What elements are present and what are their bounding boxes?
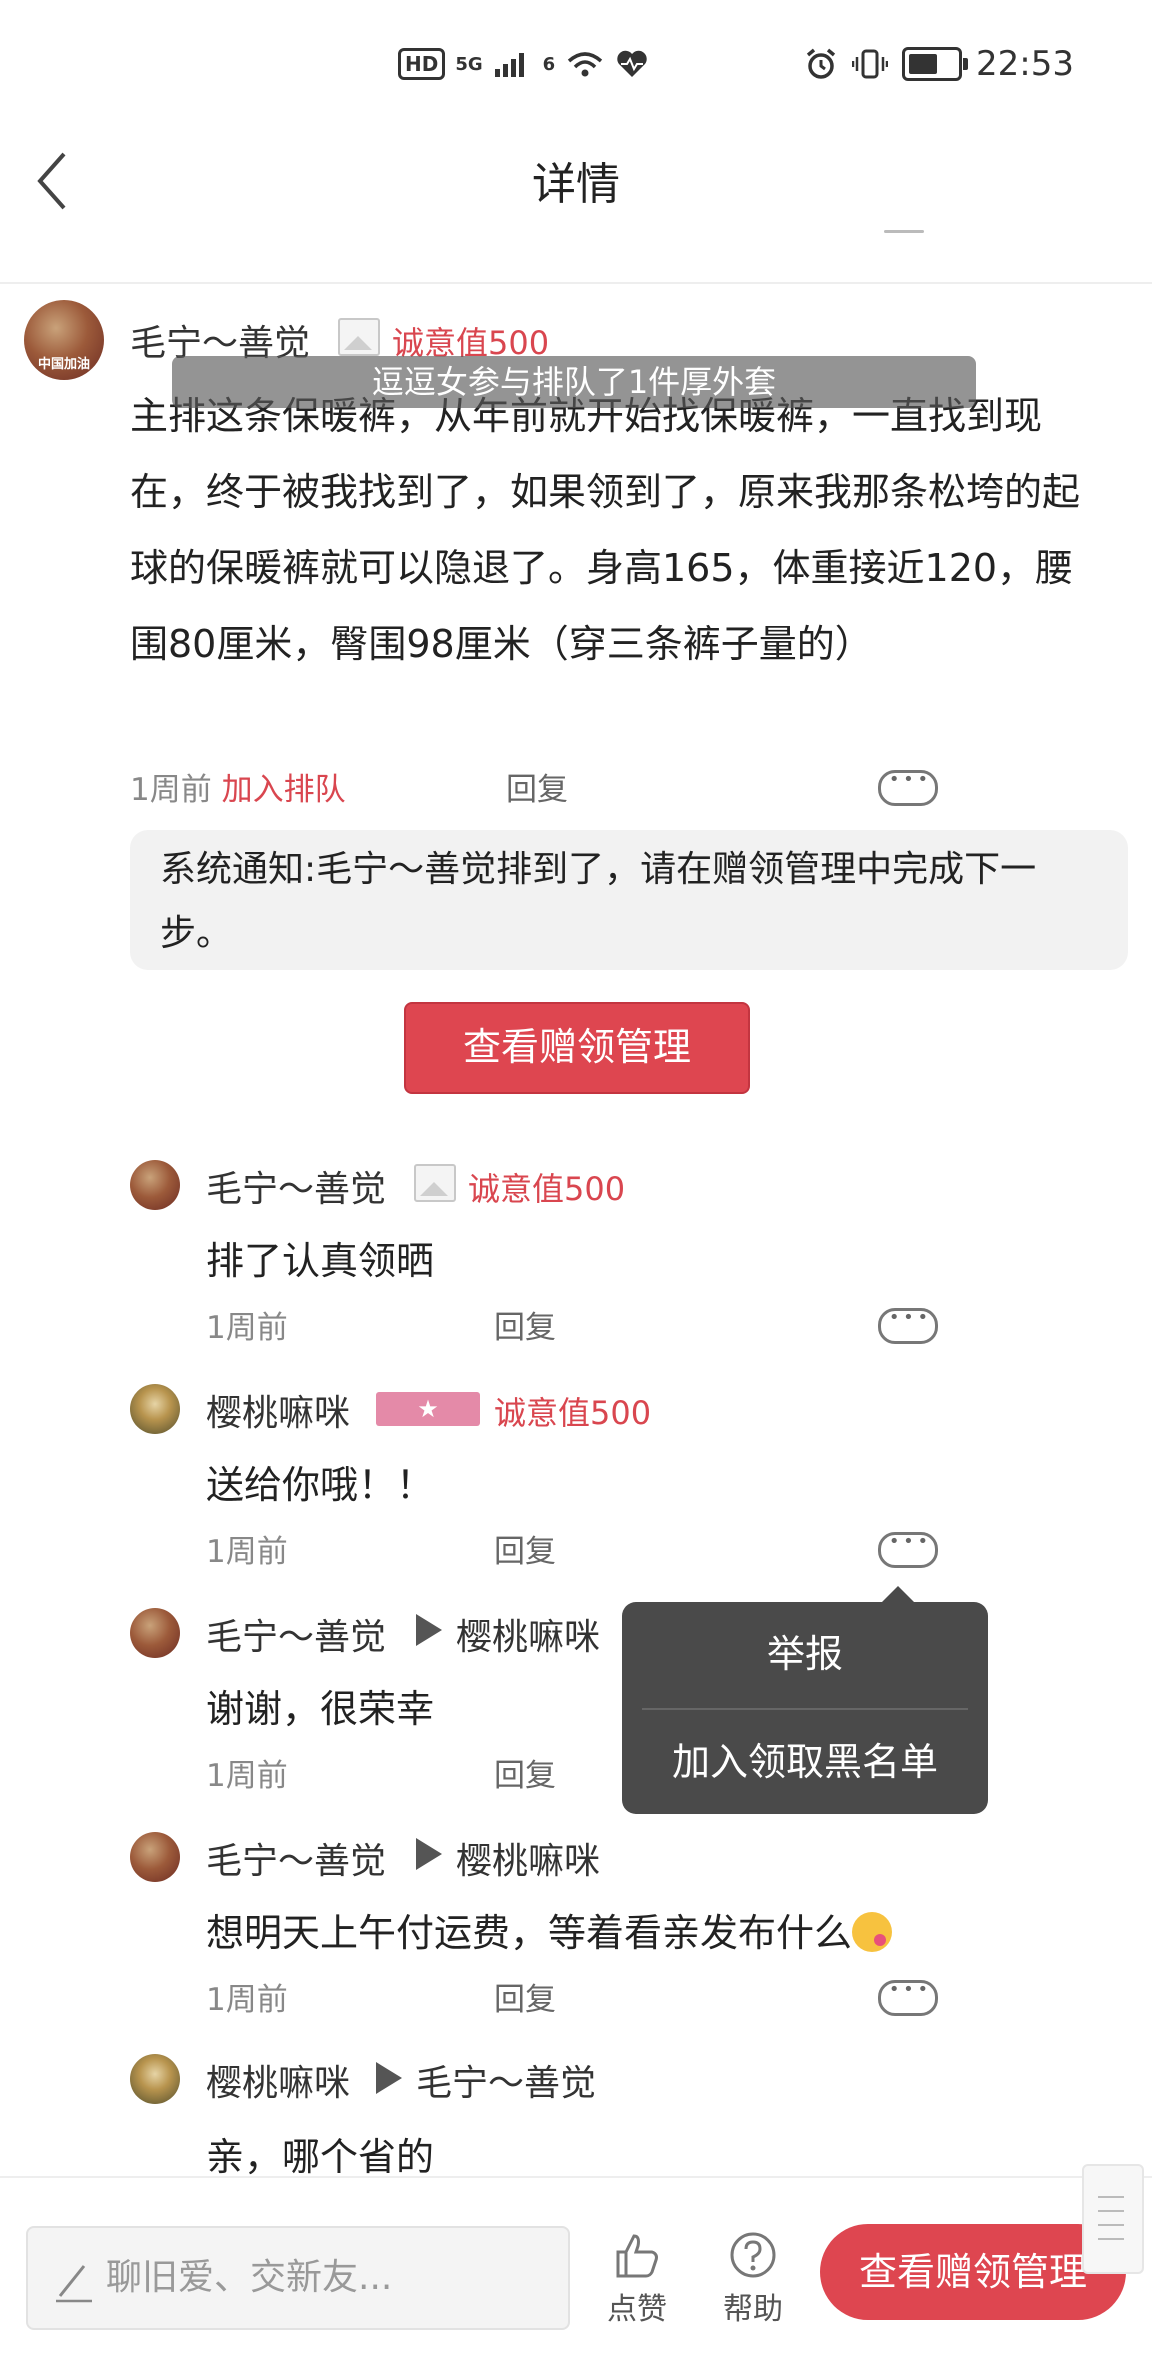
report-menu-item[interactable]: 举报 [622,1602,988,1706]
reply-username[interactable]: 毛宁～善觉 [206,1832,386,1884]
reply-to-arrow-icon [416,1838,442,1870]
star-badge: ★ [376,1392,480,1426]
status-right: 22:53 [804,44,1074,84]
tongue-emoji-icon [852,1912,893,1952]
image-icon [338,318,380,356]
more-options-icon[interactable] [878,1531,938,1568]
status-left: HD 5G 6 [398,48,649,80]
divider-dash [884,230,924,233]
popup-menu: 举报 加入领取黑名单 [622,1586,988,1814]
reply-button[interactable]: 回复 [494,1974,556,2019]
blacklist-menu-item[interactable]: 加入领取黑名单 [622,1710,988,1814]
reply-button[interactable]: 回复 [494,1526,556,1571]
clock: 22:53 [976,44,1074,84]
reply-to-arrow-icon [416,1614,442,1646]
post-meta: 1周前 加入排队 [130,764,346,809]
reply-text: 想明天上午付运费，等着看亲发布什么 [206,1911,853,1955]
reply-username[interactable]: 樱桃嘛咪 [206,1384,350,1436]
nav-bar: 详情 [0,130,1152,240]
reply-username[interactable]: 樱桃嘛咪 [206,2054,350,2106]
reply-text-line: 想明天上午付运费，等着看亲发布什么 [206,1902,893,1957]
avatar[interactable] [130,2054,180,2104]
vibrate-icon [852,49,889,79]
scroll-to-top-handle[interactable] [1082,2164,1144,2274]
pen-icon [56,2265,92,2303]
like-button[interactable]: 点赞 [592,2230,682,2328]
alarm-icon [806,48,836,79]
help-button[interactable]: 帮助 [708,2230,798,2328]
help-icon [730,2232,776,2278]
reply-to-arrow-icon [376,2062,402,2094]
reply-time: 1周前 [206,1758,288,1794]
bottom-bar: 聊旧爱、交新友... 点赞 帮助 查看赠领管理 [0,2176,1152,2378]
reply-target-username[interactable]: 毛宁～善觉 [416,2054,596,2106]
battery-fill [909,54,937,74]
reply-text: 谢谢，很荣幸 [206,1687,435,1731]
status-bar: HD 5G 6 22:53 [0,0,1152,130]
reply-target-username[interactable]: 樱桃嘛咪 [456,1608,600,1660]
notice-text: 系统通知:毛宁～善觉排到了，请在赠领管理中完成下一步。 [160,849,1037,954]
reply-text: 亲，哪个省的 [206,2135,435,2179]
sincerity-score: 诚意值500 [468,1170,626,1208]
more-options-icon[interactable] [878,1979,938,2016]
wifi-icon [568,52,603,77]
post-content: 主排这条保暖裤，从年前就开始找保暖裤，一直找到现在，终于被我找到了，如果领到了，… [130,394,1081,666]
reply-button[interactable]: 回复 [494,1302,556,1347]
comment-placeholder: 聊旧爱、交新友... [106,2257,393,2298]
signal-label: 5G [455,53,483,75]
reply-target-username[interactable]: 樱桃嘛咪 [456,1832,600,1884]
post-time: 1周前 [130,772,212,808]
join-queue-link[interactable]: 加入排队 [222,772,346,808]
comment-input[interactable]: 聊旧爱、交新友... [26,2226,570,2330]
wifi-sub-label: 6 [542,53,556,75]
page-title: 详情 [532,159,620,210]
reply-time: 1周前 [206,1534,288,1570]
battery-icon [902,47,969,81]
reply-time: 1周前 [206,1310,288,1346]
avatar[interactable] [130,1160,180,1210]
avatar[interactable] [130,1384,180,1434]
avatar[interactable]: 中国加油 [24,300,104,380]
reply-text: 送给你哦！！ [206,1463,435,1507]
view-gift-management-button[interactable]: 查看赠领管理 [404,1002,750,1094]
header-divider [0,282,1152,284]
more-options-icon[interactable] [878,769,938,806]
signal-icon [494,53,524,77]
reply-username[interactable]: 毛宁～善觉 [206,1160,386,1212]
sincerity-score: 诚意值500 [494,1394,652,1432]
toast-message: 逗逗女参与排队了1件厚外套 [172,356,976,408]
like-label: 点赞 [607,2292,667,2327]
avatar[interactable] [130,1608,180,1658]
help-label: 帮助 [723,2292,783,2327]
avatar[interactable] [130,1832,180,1882]
health-heart-icon [617,50,647,77]
avatar-caption: 中国加油 [37,357,90,372]
view-gift-management-bottom-button[interactable]: 查看赠领管理 [820,2224,1126,2320]
system-notice: 系统通知:毛宁～善觉排到了，请在赠领管理中完成下一步。 [130,830,1128,970]
more-options-icon[interactable] [878,1307,938,1344]
reply-button[interactable]: 回复 [494,1750,556,1795]
image-icon [414,1164,456,1202]
reply-time: 1周前 [206,1982,288,2018]
hd-badge: HD [398,48,446,80]
reply-username[interactable]: 毛宁～善觉 [206,1608,386,1660]
reply-button[interactable]: 回复 [506,764,568,809]
reply-text: 排了认真领晒 [206,1239,435,1283]
thumbs-up-icon [616,2234,658,2278]
